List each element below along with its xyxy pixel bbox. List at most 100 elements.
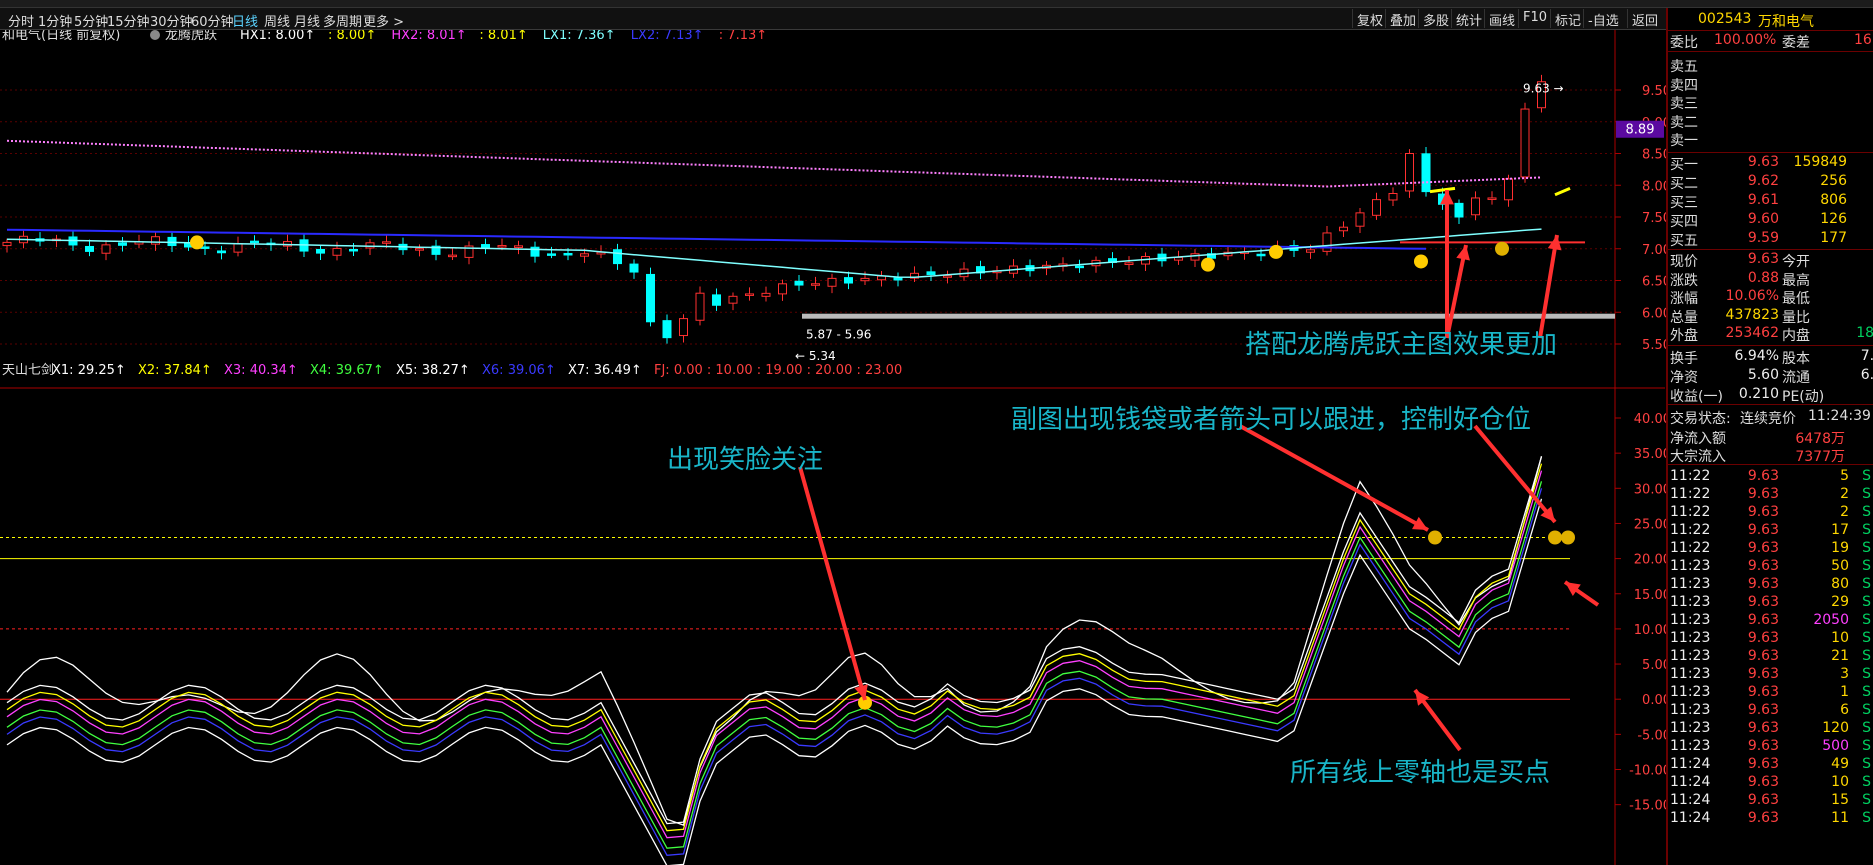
tab-0[interactable]: 分时	[8, 11, 34, 30]
candle-body	[1504, 178, 1513, 201]
tab-1[interactable]: 1分钟	[38, 11, 72, 30]
stat2-label-2: PE(动)	[1782, 389, 1825, 405]
panel-divider	[1668, 152, 1873, 153]
tab-10[interactable]: 更多 >	[363, 11, 404, 30]
tab-9[interactable]: 多周期	[323, 11, 362, 30]
tick-flag: S	[1862, 738, 1871, 754]
sub-indicator-param: X3: 40.34↑	[224, 363, 298, 378]
bid-price: 9.61	[1747, 192, 1779, 208]
toolbar-button-3[interactable]: 统计	[1451, 9, 1486, 29]
candle-body	[316, 248, 325, 254]
candle-body	[382, 241, 391, 244]
sub-y-tick-label: 40.00	[1634, 412, 1666, 427]
tick-time: 11:23	[1670, 666, 1711, 682]
tick-time: 11:23	[1670, 684, 1711, 700]
candle-body	[101, 244, 111, 254]
tick-row: 11:22 9.63 17 S	[1668, 522, 1873, 540]
stat2-label-2: 流通	[1782, 370, 1810, 386]
candle-body	[679, 318, 688, 337]
candlestick-series	[2, 74, 1546, 344]
main-y-tick-label: 6.50	[1642, 275, 1666, 290]
tick-row: 11:24 9.63 11 S	[1668, 810, 1873, 828]
tab-3[interactable]: 15分钟	[107, 11, 150, 30]
ask-label: 卖四	[1670, 77, 1698, 94]
tab-7[interactable]: 周线	[264, 11, 290, 30]
candle-body	[547, 253, 556, 256]
tick-flag: S	[1862, 684, 1871, 700]
toolbar-button-4[interactable]: 画线	[1484, 9, 1519, 29]
tick-volume: 49	[1831, 756, 1849, 772]
stat2-value-2: 6.3	[1860, 367, 1873, 383]
tab-2[interactable]: 5分钟	[74, 11, 108, 30]
tab-5[interactable]: 60分钟	[191, 11, 234, 30]
candle-body	[250, 240, 259, 244]
tick-row: 11:23 9.63 120 S	[1668, 720, 1873, 738]
toolbar-button-7[interactable]: -自选	[1583, 9, 1623, 29]
stat2-label: 收益(一)	[1670, 389, 1723, 405]
hx-yellow-mark	[1429, 186, 1456, 194]
panel-divider	[1668, 249, 1873, 250]
tick-flag: S	[1862, 630, 1871, 646]
tick-flag: S	[1862, 612, 1871, 628]
tab-6[interactable]: 日线	[232, 11, 258, 30]
tick-row: 11:23 9.63 10 S	[1668, 630, 1873, 648]
sub-y-tick-label: 35.00	[1634, 447, 1666, 462]
candle-body	[580, 253, 589, 257]
tick-row: 11:23 9.63 2050 S	[1668, 612, 1873, 630]
tick-row: 11:23 9.63 50 S	[1668, 558, 1873, 576]
candle-body	[1355, 212, 1365, 227]
candle-body	[1075, 265, 1084, 269]
toolbar-button-1[interactable]: 叠加	[1385, 9, 1420, 29]
sub-y-tick-label: 25.00	[1634, 517, 1666, 532]
chart-area[interactable]: 9.509.008.508.007.507.006.506.005.5040.0…	[0, 30, 1666, 865]
toolbar-button-0[interactable]: 复权	[1352, 9, 1387, 29]
stat-row: 现价 9.63 今开	[1668, 251, 1873, 270]
tick-price: 9.63	[1747, 666, 1779, 682]
tick-row: 11:24 9.63 49 S	[1668, 756, 1873, 774]
tick-row: 11:24 9.63 15 S	[1668, 792, 1873, 810]
window-top-strip	[0, 0, 1873, 8]
stat-value-2: 184	[1856, 325, 1873, 342]
tick-volume: 2	[1840, 486, 1849, 502]
tick-volume: 5	[1840, 468, 1849, 484]
tick-row: 11:23 9.63 1 S	[1668, 684, 1873, 702]
tab-4[interactable]: 30分钟	[150, 11, 193, 30]
candle-body	[613, 249, 622, 265]
tick-time: 11:23	[1670, 720, 1711, 736]
tick-time: 11:24	[1670, 792, 1711, 808]
smile-icon	[1201, 257, 1215, 272]
toolbar-button-8[interactable]: 返回	[1627, 9, 1662, 29]
tick-price: 9.63	[1747, 504, 1779, 520]
stat-label: 现价	[1670, 254, 1698, 270]
range-label: 5.87 - 5.96	[806, 328, 871, 342]
candle-body	[1306, 249, 1315, 253]
candle-body	[811, 283, 820, 286]
oscillator-line-x7	[6, 498, 1543, 865]
tab-8[interactable]: 月线	[294, 11, 320, 30]
toolbar-button-5[interactable]: F10	[1518, 9, 1551, 28]
candle-body	[151, 236, 160, 245]
stock-code: 002543	[1698, 11, 1752, 27]
main-y-tick-label: 7.00	[1642, 243, 1666, 258]
order-ratio-row: 委比 100.00% 委差 16	[1668, 32, 1873, 51]
candle-body	[778, 283, 787, 295]
tick-price: 9.63	[1747, 774, 1779, 790]
tick-volume: 21	[1831, 648, 1849, 664]
bid-volume: 159849	[1793, 154, 1847, 170]
sub-indicator-param: X5: 38.27↑	[396, 363, 470, 378]
toolbar-button-6[interactable]: 标记	[1550, 9, 1585, 29]
candle-body	[893, 277, 903, 281]
stat2-label-2: 股本	[1782, 351, 1810, 367]
panel-divider	[1668, 345, 1873, 346]
main-y-tick-label: 9.50	[1642, 84, 1666, 99]
status-label: 交易状态:	[1670, 411, 1731, 427]
tick-time: 11:23	[1670, 648, 1711, 664]
toolbar-button-2[interactable]: 多股	[1418, 9, 1453, 29]
money-bag-icon	[1548, 530, 1562, 545]
candle-body	[563, 252, 573, 256]
ask-label: 卖二	[1670, 114, 1698, 131]
ask-label: 卖五	[1670, 59, 1698, 75]
tick-flag: S	[1862, 540, 1871, 556]
tick-row: 11:23 9.63 6 S	[1668, 702, 1873, 720]
tick-volume: 10	[1831, 630, 1849, 646]
